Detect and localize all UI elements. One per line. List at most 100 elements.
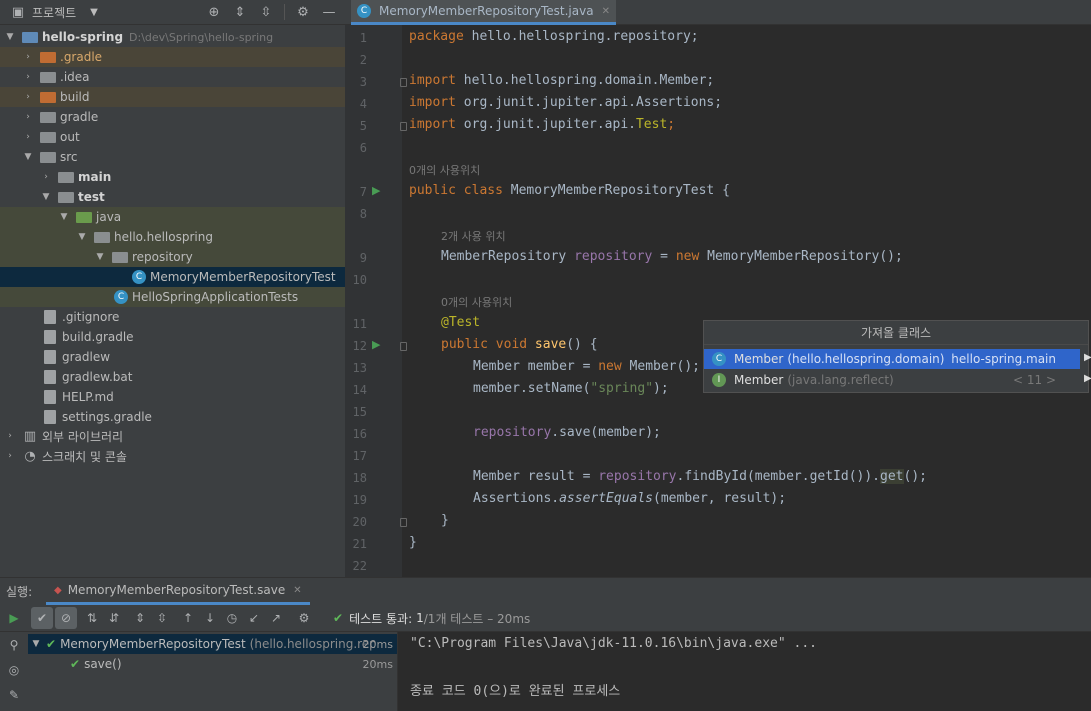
tree-item-hello-spring[interactable]: ▼ hello-spring D:\dev\Spring\hello-sprin…	[0, 27, 345, 47]
chevron-right-icon[interactable]: ›	[4, 431, 16, 441]
chevron-right-icon[interactable]: ▶	[1084, 373, 1091, 384]
close-icon[interactable]: ✕	[602, 6, 610, 17]
chevron-right-icon[interactable]: ›	[22, 132, 34, 142]
tree-item-gradlew[interactable]: gradlew	[0, 347, 345, 367]
tree-item-main[interactable]: › main	[0, 167, 345, 187]
tree-item-idea[interactable]: › .idea	[0, 67, 345, 87]
tree-item-test[interactable]: ▼ test	[0, 187, 345, 207]
line-number: 7	[359, 185, 367, 199]
arrow-down-icon[interactable]: ↓	[199, 607, 221, 629]
fold-marker-icon[interactable]	[400, 518, 407, 527]
project-header-title[interactable]: 프로젝트	[32, 4, 76, 21]
fold-marker-icon[interactable]	[400, 78, 407, 87]
gear-icon[interactable]: ⚙	[293, 607, 315, 629]
usage-hint[interactable]: 0개의 사용위치	[441, 294, 512, 310]
collapse-all-icon[interactable]: ⇳	[258, 4, 274, 20]
sort-alpha-icon[interactable]: ⇅	[81, 607, 103, 629]
code-line-5[interactable]: import org.junit.jupiter.api.Test;	[409, 117, 675, 132]
code-line-21[interactable]: }	[409, 535, 417, 550]
folder-icon	[40, 132, 56, 143]
console-output[interactable]: "C:\Program Files\Java\jdk-11.0.16\bin\j…	[398, 632, 1091, 711]
arrow-up-icon[interactable]: ↑	[177, 607, 199, 629]
debug-icon[interactable]: ⚲	[3, 634, 25, 656]
close-icon[interactable]: ✕	[293, 585, 301, 596]
chevron-down-icon[interactable]: ▼	[30, 639, 42, 649]
code-line-20[interactable]: }	[441, 513, 449, 528]
fold-marker-icon[interactable]	[400, 342, 407, 351]
rerun-icon[interactable]: ▶	[3, 607, 25, 629]
history-icon[interactable]: ◷	[221, 607, 243, 629]
import-option[interactable]: C Member (hello.hellospring.domain) hell…	[704, 349, 1080, 369]
run-tab[interactable]: ◆ MemoryMemberRepositoryTest.save ✕	[46, 578, 310, 605]
project-view-icon[interactable]: ▣	[10, 4, 26, 20]
editor-tab[interactable]: C MemoryMemberRepositoryTest.java ✕	[351, 0, 616, 25]
chevron-down-icon[interactable]: ▼	[90, 7, 98, 18]
sort-duration-icon[interactable]: ⇵	[103, 607, 125, 629]
tree-item-gradle-dir[interactable]: › .gradle	[0, 47, 345, 67]
tree-item-out[interactable]: › out	[0, 127, 345, 147]
code-line-16[interactable]: repository.save(member);	[473, 425, 661, 440]
tree-item-hello-hellospring[interactable]: ▼ hello.hellospring	[0, 227, 345, 247]
tree-item-build-gradle[interactable]: build.gradle	[0, 327, 345, 347]
usage-hint[interactable]: 0개의 사용위치	[409, 162, 480, 178]
code-line-7[interactable]: public class MemoryMemberRepositoryTest …	[409, 183, 730, 198]
fold-marker-icon[interactable]	[400, 122, 407, 131]
code-line-18[interactable]: Member result = repository.findById(memb…	[473, 469, 927, 484]
chevron-down-icon[interactable]: ▼	[22, 152, 34, 162]
chevron-down-icon[interactable]: ▼	[94, 252, 106, 262]
tree-item-src[interactable]: ▼ src	[0, 147, 345, 167]
tree-item-settings-gradle[interactable]: settings.gradle	[0, 407, 345, 427]
tree-item-help-md[interactable]: HELP.md	[0, 387, 345, 407]
export-tests-icon[interactable]: ↗	[265, 607, 287, 629]
expand-all-icon[interactable]: ⇕	[129, 607, 151, 629]
code-line-3[interactable]: import hello.hellospring.domain.Member;	[409, 73, 714, 88]
chevron-right-icon[interactable]: ›	[22, 112, 34, 122]
chevron-right-icon[interactable]: ›	[4, 451, 16, 461]
tree-item-hellospringapplicationtests[interactable]: C HelloSpringApplicationTests	[0, 287, 345, 307]
expand-all-icon[interactable]: ⇕	[232, 4, 248, 20]
chevron-right-icon[interactable]: ›	[22, 52, 34, 62]
code-line-1[interactable]: package hello.hellospring.repository;	[409, 29, 699, 44]
chevron-right-icon[interactable]: ›	[40, 172, 52, 182]
test-row[interactable]: ✔ save() 20ms	[28, 654, 397, 674]
hide-icon[interactable]: —	[321, 4, 337, 20]
run-gutter-icon[interactable]: ▶	[372, 184, 380, 197]
chevron-down-icon[interactable]: ▼	[58, 212, 70, 222]
code-line-13[interactable]: Member member = new Member();	[473, 359, 700, 374]
tree-item-gitignore[interactable]: .gitignore	[0, 307, 345, 327]
tree-item-java[interactable]: ▼ java	[0, 207, 345, 227]
chevron-down-icon[interactable]: ▼	[40, 192, 52, 202]
tree-item-scratches[interactable]: › ◔ 스크래치 및 콘솔	[0, 446, 345, 466]
chevron-right-icon[interactable]: ›	[22, 72, 34, 82]
code-line-4[interactable]: import org.junit.jupiter.api.Assertions;	[409, 95, 722, 110]
code-line-11[interactable]: @Test	[441, 315, 480, 330]
tree-item-memorymemberrepositorytest[interactable]: C MemoryMemberRepositoryTest	[0, 267, 345, 287]
locate-icon[interactable]: ⊕	[206, 4, 222, 20]
tree-item-gradle[interactable]: › gradle	[0, 107, 345, 127]
show-passed-icon[interactable]: ✔	[31, 607, 53, 629]
usage-hint[interactable]: 2개 사용 위치	[441, 228, 506, 244]
test-package: (hello.hellospring.repos	[249, 637, 375, 651]
tree-item-build[interactable]: › build	[0, 87, 345, 107]
chevron-right-icon[interactable]: ›	[22, 92, 34, 102]
camera-icon[interactable]: ◎	[3, 659, 25, 681]
chevron-down-icon[interactable]: ▼	[76, 232, 88, 242]
test-row[interactable]: ▼ ✔ MemoryMemberRepositoryTest (hello.he…	[28, 634, 397, 654]
code-line-19[interactable]: Assertions.assertEquals(member, result);	[473, 491, 786, 506]
code-line-9[interactable]: MemberRepository repository = new Memory…	[441, 249, 903, 264]
import-option[interactable]: I Member (java.lang.reflect) < 11 >	[704, 370, 1080, 390]
code-line-12[interactable]: public void save() {	[441, 337, 598, 352]
tree-item-repository[interactable]: ▼ repository	[0, 247, 345, 267]
chevron-right-icon[interactable]: ▶	[1084, 352, 1091, 363]
tree-item-gradlew-bat[interactable]: gradlew.bat	[0, 367, 345, 387]
gear-icon[interactable]: ⚙	[295, 4, 311, 20]
collapse-all-icon[interactable]: ⇳	[151, 607, 173, 629]
import-tests-icon[interactable]: ↙	[243, 607, 265, 629]
run-gutter-icon[interactable]: ▶	[372, 338, 380, 351]
wrench-icon[interactable]: ✎	[3, 684, 25, 706]
test-status-prefix: 테스트 통과:	[349, 611, 413, 626]
chevron-down-icon[interactable]: ▼	[4, 32, 16, 42]
code-line-14[interactable]: member.setName("spring");	[473, 381, 669, 396]
show-ignored-icon[interactable]: ⊘	[55, 607, 77, 629]
tree-item-external-libraries[interactable]: › ▥ 외부 라이브러리	[0, 426, 345, 446]
